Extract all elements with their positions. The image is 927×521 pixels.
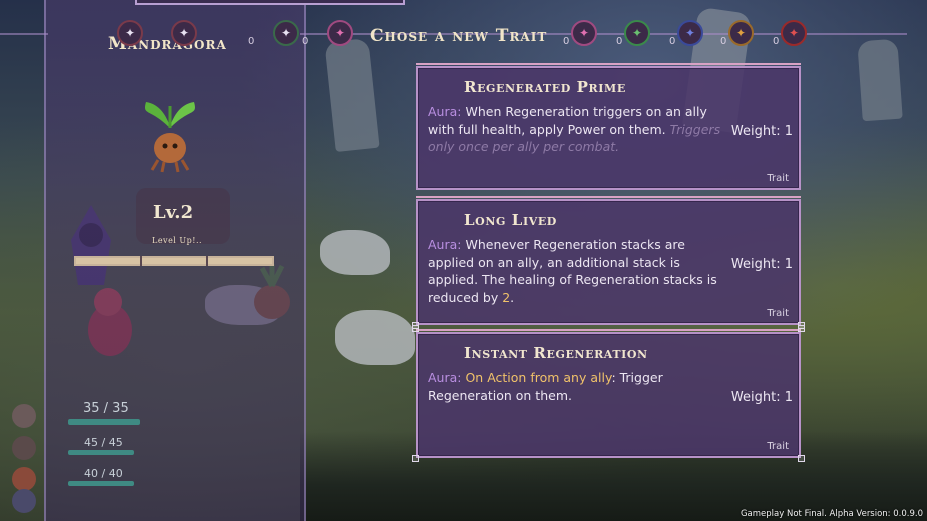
aura-keyword: Aura: [428, 237, 462, 252]
trait-title: Long Lived [464, 211, 557, 229]
gem-count: 0 [720, 36, 727, 47]
rock [320, 230, 390, 275]
party-member[interactable]: 45 / 45 [10, 436, 150, 462]
gem-count: 0 [248, 36, 255, 47]
gem-count: 0 [669, 36, 676, 47]
trait-description-text: When Regeneration triggers on an ally wi… [428, 104, 707, 137]
gem-count: 0 [616, 36, 623, 47]
hp-bar-fill [68, 481, 134, 486]
gem-count: 0 [773, 36, 780, 47]
card-corner [798, 455, 805, 462]
trait-description: Aura: On Action from any ally: Trigger R… [428, 369, 728, 404]
hp-bar [68, 481, 134, 486]
trait-title: Regenerated Prime [464, 78, 626, 96]
party-portrait-icon [12, 489, 36, 513]
hp-text: 35 / 35 [83, 401, 129, 416]
party-member[interactable]: 40 / 40 [10, 467, 150, 493]
trait-description-text: Whenever Regeneration stacks are applied… [428, 237, 717, 305]
rock [335, 310, 415, 365]
party-portrait-icon [12, 404, 36, 428]
standing-stone [857, 38, 903, 122]
aura-keyword: Aura: [428, 370, 462, 385]
trait-description: Aura: When Regeneration triggers on an a… [428, 103, 728, 156]
hp-text: 45 / 45 [84, 436, 123, 449]
xp-bar [74, 256, 274, 266]
trait-weight: Weight: 1 [730, 390, 793, 405]
orange-gem-icon: ✦ [728, 20, 754, 46]
hp-bar [68, 450, 134, 455]
version-label: Gameplay Not Final. Alpha Version: 0.0.9… [740, 509, 923, 519]
trait-card-instant-regeneration[interactable]: Instant Regeneration Aura: On Action fro… [412, 325, 805, 462]
red-gem-icon: ✦ [171, 20, 197, 46]
trait-type-tag: Trait [767, 441, 789, 452]
card-corner [798, 325, 805, 332]
party-member[interactable]: 35 / 35 [10, 401, 150, 430]
card-corner [412, 455, 419, 462]
screen-title: Chose a new Trait [370, 26, 548, 46]
trait-description-end: . [510, 289, 515, 305]
standing-stone [324, 38, 380, 152]
pink-gem-icon: ✦ [327, 20, 353, 46]
pink-gem-icon: ✦ [571, 20, 597, 46]
level-up-label: Level Up!.. [152, 236, 203, 245]
gem-count: 0 [563, 36, 570, 47]
blue-gem-icon: ✦ [677, 20, 703, 46]
gem-count: 0 [302, 36, 309, 47]
xp-tick [206, 256, 208, 266]
card-corner [412, 325, 419, 332]
hp-bar [68, 419, 140, 425]
party-portrait-icon [12, 467, 36, 491]
trait-card-regenerated-prime[interactable]: Regenerated Prime Aura: When Regeneratio… [416, 63, 801, 190]
trigger-keyword: On Action from any ally [465, 370, 612, 385]
trait-weight: Weight: 1 [730, 257, 793, 272]
green-gem-icon: ✦ [624, 20, 650, 46]
trait-card-long-lived[interactable]: Long Lived Aura: Whenever Regeneration s… [412, 196, 805, 329]
level-label: Lv.2 [153, 202, 194, 223]
divider [0, 33, 48, 35]
trait-type-tag: Trait [767, 308, 789, 319]
trait-type-tag: Trait [767, 173, 789, 184]
party-portrait-icon [12, 436, 36, 460]
hp-bar-fill [68, 419, 140, 425]
aura-keyword: Aura: [428, 104, 462, 119]
trait-description: Aura: Whenever Regeneration stacks are a… [428, 236, 728, 306]
trait-value: 2 [502, 289, 511, 305]
mandragora-portrait [145, 102, 195, 173]
trait-weight: Weight: 1 [730, 124, 793, 139]
hp-text: 40 / 40 [84, 467, 123, 480]
red-gem-icon: ✦ [117, 20, 143, 46]
panel-frame-top [135, 0, 405, 5]
xp-bar-fill [76, 258, 272, 264]
trait-title: Instant Regeneration [464, 344, 648, 362]
green-gem-icon: ✦ [273, 20, 299, 46]
hp-bar-fill [68, 450, 134, 455]
red-gem-icon: ✦ [781, 20, 807, 46]
xp-tick [140, 256, 142, 266]
